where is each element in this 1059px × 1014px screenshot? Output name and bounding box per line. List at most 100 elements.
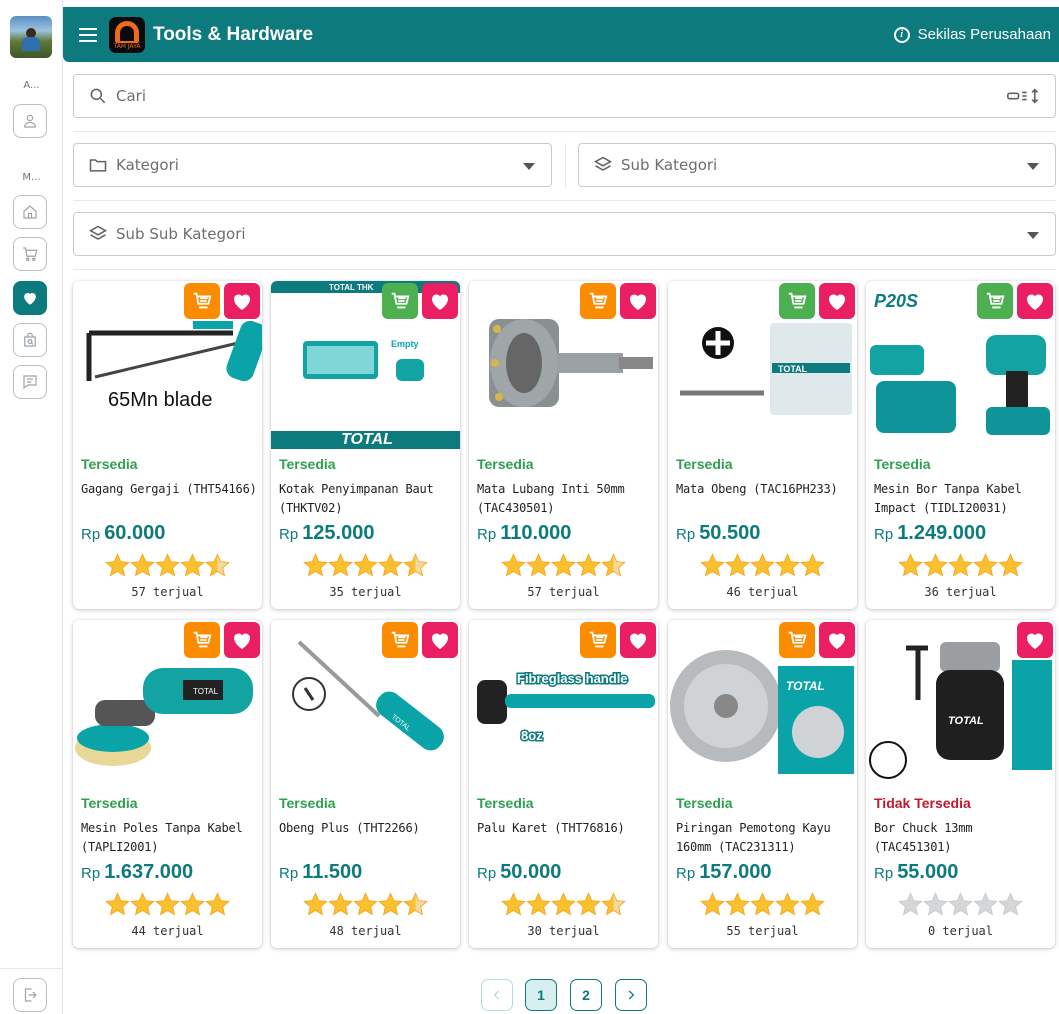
star-icon [948,553,973,577]
add-to-cart-button[interactable] [184,283,220,319]
chat-button[interactable] [13,365,47,399]
user-icon [24,114,36,128]
product-card[interactable]: TOTAL Tersedia Mesin Poles Tanpa Kabel (TA… [73,620,262,948]
sub-kategori-select[interactable]: Sub Kategori [578,143,1056,187]
product-name[interactable]: Mesin Poles Tanpa Kabel (TAPLI2001) [81,819,259,857]
product-name[interactable]: Piringan Pemotong Kayu 160mm (TAC231311) [676,819,854,857]
search-input[interactable]: Cari [116,87,146,105]
cart-button[interactable] [13,237,47,271]
product-name[interactable]: Kotak Penyimpanan Baut (THKTV02) [279,480,457,518]
product-name[interactable]: Mata Lubang Inti 50mm (TAC430501) [477,480,655,518]
layers-icon [593,156,613,171]
star-icon [328,553,353,577]
sub-sub-kategori-select[interactable]: Sub Sub Kategori [73,212,1056,256]
add-to-cart-button[interactable] [779,622,815,658]
prev-page-button[interactable] [481,979,513,1011]
add-to-cart-button[interactable] [184,622,220,658]
product-price: Rp 125.000 [279,522,375,544]
star-icon [700,553,725,577]
cart-icon [391,631,410,648]
product-card[interactable]: 65Mn blade Tersedia Gagang Gergaji (THT541… [73,281,262,609]
star-icon [923,553,948,577]
home-button[interactable] [13,195,47,229]
favorite-button[interactable] [1017,622,1053,658]
next-page-button[interactable] [615,979,647,1011]
search-field[interactable]: Cari [73,74,1056,118]
favorite-button[interactable] [819,622,855,658]
cart-icon [788,292,807,309]
product-name[interactable]: Palu Karet (THT76816) [477,819,655,838]
product-name[interactable]: Gagang Gergaji (THT54166) [81,480,259,499]
star-icon [526,892,551,916]
product-name[interactable]: Mesin Bor Tanpa Kabel Impact (TIDLI20031… [874,480,1052,518]
sold-count: 48 terjual [329,924,402,938]
product-name[interactable]: Obeng Plus (THT2266) [279,819,457,838]
product-card[interactable]: TOTAL Tersedia Obeng Plus (THT2266) Rp 11.50… [271,620,460,948]
sort-icon[interactable] [1005,87,1043,105]
favorite-button[interactable] [620,622,656,658]
product-card[interactable]: TOTAL THK Empty TOTAL Tersedia Kotak Penyimp… [271,281,460,609]
add-to-cart-button[interactable] [779,283,815,319]
product-card[interactable]: TOTAL Tersedia Piringan Pemotong Kayu 160m… [668,620,857,948]
favorite-button[interactable] [819,283,855,319]
menu-icon[interactable] [79,27,97,42]
product-price: Rp 60.000 [81,522,166,544]
heart-icon [234,294,250,310]
svg-text:Fibreglass handle: Fibreglass handle [517,671,628,686]
star-icon [328,892,353,916]
avatar[interactable] [10,16,52,58]
product-name[interactable]: Bor Chuck 13mm (TAC451301) [874,819,1052,857]
info-icon: i [893,26,910,43]
heart-icon [630,294,646,310]
account-button[interactable] [13,104,47,138]
rating-stars [866,891,1055,918]
product-card[interactable]: TOTAL Tidak Tersedia Bor Chuck 13mm (TAC45… [866,620,1055,948]
favorite-button[interactable] [224,622,260,658]
product-price: Rp 157.000 [676,861,772,883]
product-name[interactable]: Mata Obeng (TAC16PH233) [676,480,854,499]
add-to-cart-button[interactable] [580,283,616,319]
product-card[interactable]: TOTAL Tersedia Mata Obeng (TAC16PH233) Rp 50… [668,281,857,609]
add-to-cart-button[interactable] [382,283,418,319]
favorite-button[interactable] [422,283,458,319]
product-card[interactable]: P20S Tersedia Mesin Bor Tanpa Kabel Impact… [866,281,1055,609]
section-menu-label: M... [22,172,41,183]
add-to-cart-button[interactable] [580,622,616,658]
star-icon [576,892,601,916]
favorite-button[interactable] [422,622,458,658]
cart-icon [23,247,38,261]
stock-status: Tersedia [676,456,733,472]
app-bar: TAM JAYA Tools & Hardware i Sekilas Peru… [63,7,1059,62]
star-icon [303,892,328,916]
star-icon [576,553,601,577]
add-to-cart-button[interactable] [977,283,1013,319]
star-icon [998,553,1023,577]
favorite-button[interactable] [224,283,260,319]
company-info-link[interactable]: i Sekilas Perusahaan [893,26,1051,43]
favorite-button[interactable] [1017,283,1053,319]
star-icon [898,553,923,577]
star-icon [130,553,155,577]
favorites-button[interactable] [13,281,47,315]
star-icon [551,892,576,916]
page-2-button[interactable]: 2 [570,979,602,1011]
page-1-button[interactable]: 1 [525,979,557,1011]
heart-icon [1027,294,1043,310]
layers-icon [88,225,108,240]
star-icon [353,553,378,577]
heart-icon [432,294,448,310]
app-title: Tools & Hardware [153,23,314,45]
favorite-button[interactable] [620,283,656,319]
heart-icon [630,633,646,649]
order-search-button[interactable] [13,323,47,357]
home-icon [23,205,37,219]
product-card[interactable]: Tersedia Mata Lubang Inti 50mm (TAC430501… [469,281,658,609]
side-rail: A... M... [0,0,63,1014]
product-price: Rp 110.000 [477,522,572,544]
add-to-cart-button[interactable] [382,622,418,658]
product-card[interactable]: Fibreglass handle 8oz Tersedia Palu Karet (… [469,620,658,948]
star-icon [898,892,923,916]
chat-icon [23,375,37,390]
svg-text:Empty: Empty [391,339,419,349]
kategori-select[interactable]: Kategori [73,143,552,187]
